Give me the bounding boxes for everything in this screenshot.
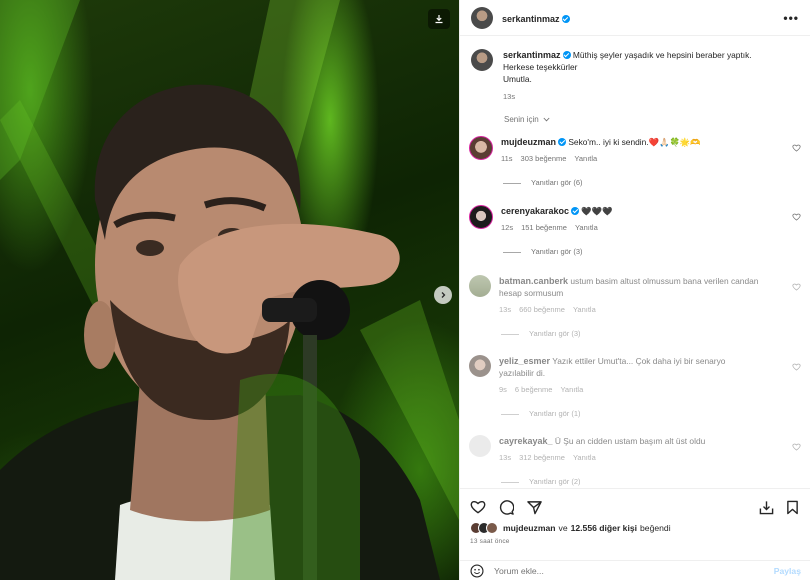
view-replies-button[interactable]: Yanıtları gör (6) bbox=[501, 177, 763, 189]
comment-likes[interactable]: 660 beğenme bbox=[519, 305, 565, 314]
heart-icon[interactable] bbox=[792, 144, 801, 152]
comment-input[interactable] bbox=[494, 565, 774, 576]
likes-suffix: beğendi bbox=[640, 523, 671, 533]
comment-text: Ü Şu an cidden ustam başım alt üst oldu bbox=[554, 436, 706, 446]
caption-avatar[interactable] bbox=[471, 49, 493, 71]
comment-body: yeliz_esmer Yazık ettiler Umut'ta... Çok… bbox=[499, 355, 761, 420]
commenter-avatar[interactable] bbox=[469, 275, 491, 297]
commenter-avatar[interactable] bbox=[469, 435, 491, 457]
comment-item: mujdeuzman Seko'm.. iyi ki sendin.❤️🙏🏻🍀🌟… bbox=[469, 136, 803, 189]
comment-body: cayrekayak_ Ü Şu an cidden ustam başım a… bbox=[499, 435, 761, 487]
view-replies-button[interactable]: Yanıtları gör (2) bbox=[499, 476, 761, 487]
comment-likes[interactable]: 312 beğenme bbox=[519, 453, 565, 462]
share-icon[interactable] bbox=[527, 500, 542, 515]
comment-username[interactable]: batman.canberk bbox=[499, 276, 568, 286]
comment-text: Seko'm.. iyi ki sendin.❤️🙏🏻🍀🌟🫶 bbox=[568, 137, 701, 147]
verified-icon bbox=[562, 51, 571, 59]
add-comment-bar: Paylaş bbox=[460, 560, 810, 580]
next-slide-button[interactable] bbox=[434, 286, 452, 304]
repost-download-icon[interactable] bbox=[759, 500, 774, 515]
download-button[interactable] bbox=[428, 9, 450, 29]
sort-label: Senin için bbox=[504, 115, 539, 124]
caption-text-3: Umutla. bbox=[503, 74, 532, 84]
post-side-panel: serkantinmaz ••• serkantinmaz Müthiş şey… bbox=[459, 0, 810, 580]
reply-button[interactable]: Yanıtla bbox=[575, 223, 598, 232]
comment-item: cayrekayak_ Ü Şu an cidden ustam başım a… bbox=[469, 435, 803, 487]
post-header: serkantinmaz ••• bbox=[460, 0, 810, 36]
caption-username[interactable]: serkantinmaz bbox=[503, 50, 561, 60]
comment-time: 13s bbox=[499, 453, 512, 462]
post-caption: serkantinmaz Müthiş şeyler yaşadık ve he… bbox=[460, 37, 810, 103]
likes-summary[interactable]: mujdeuzman ve 12.556 diğer kişi beğendi bbox=[470, 522, 799, 534]
comment-username[interactable]: mujdeuzman bbox=[501, 137, 556, 147]
author-username[interactable]: serkantinmaz bbox=[502, 14, 560, 24]
caption-time: 13s bbox=[503, 92, 516, 101]
comment-time: 13s bbox=[499, 305, 512, 314]
comment-likes[interactable]: 303 beğenme bbox=[521, 154, 567, 163]
verified-icon bbox=[571, 207, 580, 215]
liker-avatars bbox=[470, 522, 498, 534]
right-actions bbox=[759, 500, 799, 515]
caption-text-1: Müthiş şeyler yaşadık ve hepsini beraber… bbox=[572, 50, 752, 60]
action-buttons-row bbox=[470, 495, 799, 519]
heart-icon[interactable] bbox=[792, 443, 801, 451]
reply-button[interactable]: Yanıtla bbox=[560, 385, 583, 394]
post-comment-button[interactable]: Paylaş bbox=[774, 566, 801, 576]
chevron-down-icon bbox=[543, 117, 550, 122]
comment-item: batman.canberk ustum basim altust olmuss… bbox=[469, 275, 803, 340]
author-username-wrap: serkantinmaz bbox=[502, 9, 570, 27]
comment-body: mujdeuzman Seko'm.. iyi ki sendin.❤️🙏🏻🍀🌟… bbox=[501, 136, 763, 189]
post-media[interactable] bbox=[0, 0, 459, 580]
comment-username[interactable]: cerenyakarakoc bbox=[501, 206, 569, 216]
post-actions: mujdeuzman ve 12.556 diğer kişi beğendi … bbox=[460, 488, 810, 545]
other-likers[interactable]: 12.556 diğer kişi bbox=[571, 523, 637, 533]
comment-text: 🖤🖤🖤 bbox=[581, 206, 613, 216]
more-options-button[interactable]: ••• bbox=[783, 11, 799, 25]
comment-item: cerenyakarakoc 🖤🖤🖤 12s 151 beğenme Yanıtla… bbox=[469, 205, 803, 258]
comment-body: cerenyakarakoc 🖤🖤🖤 12s 151 beğenme Yanıtla… bbox=[501, 205, 763, 258]
post-timestamp: 13 saat önce bbox=[470, 538, 510, 545]
view-replies-button[interactable]: Yanıtları gör (3) bbox=[501, 246, 763, 258]
comment-body: batman.canberk ustum basim altust olmuss… bbox=[499, 275, 761, 340]
likes-connector: ve bbox=[558, 523, 568, 533]
first-liker[interactable]: mujdeuzman bbox=[503, 523, 556, 533]
author-avatar[interactable] bbox=[471, 6, 493, 29]
comment-time: 12s bbox=[501, 223, 514, 232]
emoji-icon[interactable] bbox=[470, 563, 484, 578]
view-replies-button[interactable]: Yanıtları gör (3) bbox=[499, 328, 761, 340]
reply-button[interactable]: Yanıtla bbox=[574, 154, 597, 163]
reply-button[interactable]: Yanıtla bbox=[573, 305, 596, 314]
comment-time: 11s bbox=[501, 154, 513, 163]
comment-likes[interactable]: 6 beğenme bbox=[515, 385, 553, 394]
comment-item: yeliz_esmer Yazık ettiler Umut'ta... Çok… bbox=[469, 355, 803, 420]
verified-icon bbox=[561, 14, 570, 23]
bookmark-icon[interactable] bbox=[786, 500, 799, 515]
like-heart-icon[interactable] bbox=[470, 500, 486, 514]
view-replies-button[interactable]: Yanıtları gör (1) bbox=[499, 408, 761, 420]
comment-icon[interactable] bbox=[499, 499, 514, 515]
comment-time: 9s bbox=[499, 385, 507, 394]
comments-list[interactable]: serkantinmaz Müthiş şeyler yaşadık ve he… bbox=[460, 37, 810, 487]
caption-body: serkantinmaz Müthiş şeyler yaşadık ve he… bbox=[503, 49, 752, 103]
liker-avatar bbox=[486, 522, 498, 534]
heart-icon[interactable] bbox=[792, 363, 801, 371]
verified-icon bbox=[558, 138, 567, 146]
comment-sort-button[interactable]: Senin için bbox=[504, 115, 810, 124]
post-photo bbox=[0, 0, 459, 580]
comment-likes[interactable]: 151 beğenme bbox=[521, 223, 567, 232]
heart-icon[interactable] bbox=[792, 213, 801, 221]
download-icon bbox=[435, 15, 443, 24]
caption-text-2: Herkese teşekkürler bbox=[503, 62, 578, 72]
comment-username[interactable]: yeliz_esmer bbox=[499, 356, 550, 366]
commenter-avatar[interactable] bbox=[469, 136, 493, 160]
commenter-avatar[interactable] bbox=[469, 205, 493, 229]
comment-username[interactable]: cayrekayak_ bbox=[499, 436, 553, 446]
chevron-right-icon bbox=[441, 292, 446, 298]
reply-button[interactable]: Yanıtla bbox=[573, 453, 596, 462]
commenter-avatar[interactable] bbox=[469, 355, 491, 377]
heart-icon[interactable] bbox=[792, 283, 801, 291]
